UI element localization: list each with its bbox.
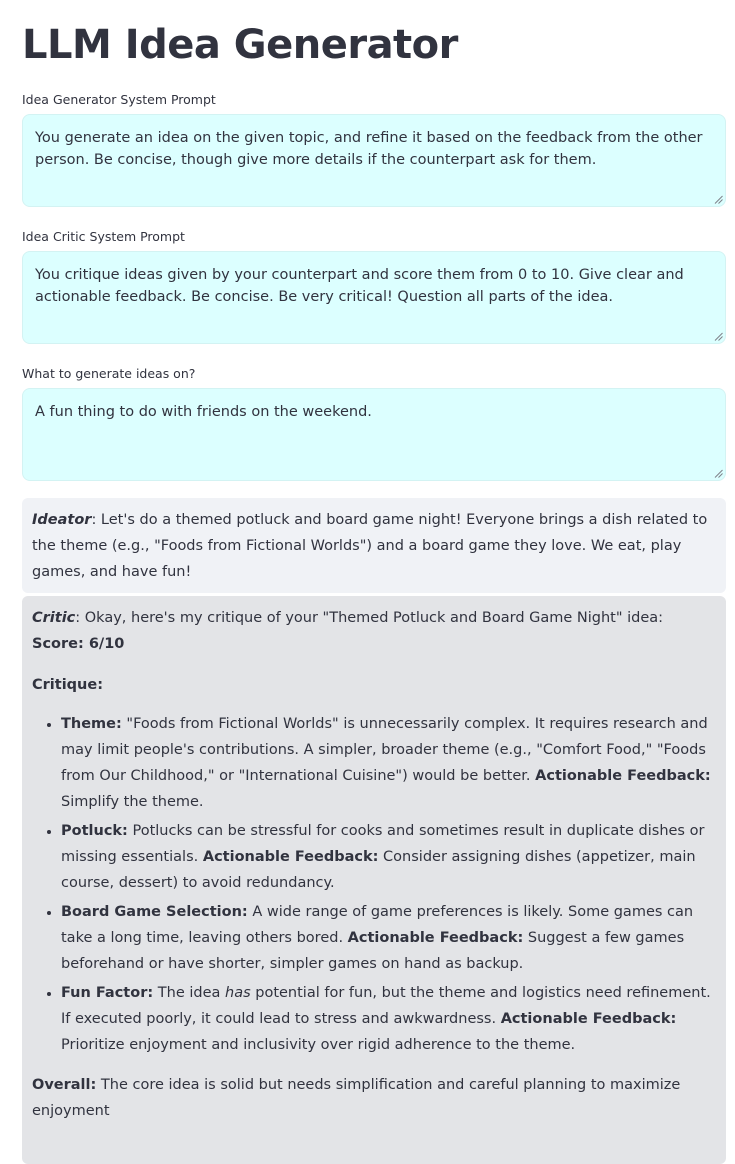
point-heading: Theme:	[61, 716, 122, 732]
point-action: Simplify the theme.	[61, 794, 204, 810]
point-action-label: Actionable Feedback:	[535, 768, 711, 784]
critic-message: Critic: Okay, here's my critique of your…	[22, 596, 726, 1164]
critique-heading: Critique:	[32, 677, 103, 693]
point-heading: Potluck:	[61, 823, 128, 839]
critic-speaker: Critic	[32, 610, 76, 626]
point-action-label: Actionable Feedback:	[500, 1011, 677, 1027]
list-item: Board Game Selection: A wide range of ga…	[61, 899, 716, 977]
ideator-message: Ideator: Let's do a themed potluck and b…	[22, 498, 726, 593]
list-item: Theme: "Foods from Fictional Worlds" is …	[61, 711, 716, 815]
point-action-label: Actionable Feedback:	[202, 849, 379, 865]
point-text: The idea	[153, 985, 225, 1001]
topic-textarea[interactable]: A fun thing to do with friends on the we…	[22, 388, 726, 481]
chat-transcript: Ideator: Let's do a themed potluck and b…	[22, 498, 726, 1164]
point-heading: Board Game Selection:	[61, 904, 248, 920]
resize-handle-icon[interactable]	[714, 469, 723, 478]
critique-list: Theme: "Foods from Fictional Worlds" is …	[32, 711, 716, 1058]
critic-prompt-label: Idea Critic System Prompt	[22, 229, 185, 244]
critic-prompt-value: You critique ideas given by your counter…	[35, 267, 684, 305]
page-title: LLM Idea Generator	[22, 22, 458, 68]
critic-prompt-textarea[interactable]: You critique ideas given by your counter…	[22, 251, 726, 344]
overall-label: Overall:	[32, 1077, 97, 1093]
point-action-label: Actionable Feedback:	[347, 930, 524, 946]
critic-intro: : Okay, here's my critique of your "Them…	[75, 610, 664, 626]
main-page: LLM Idea Generator Idea Generator System…	[22, 0, 726, 1164]
resize-handle-icon[interactable]	[714, 332, 723, 341]
ideator-speaker: Ideator	[32, 512, 92, 528]
critic-intro-line: Critic: Okay, here's my critique of your…	[32, 605, 716, 631]
topic-label: What to generate ideas on?	[22, 366, 196, 381]
generator-prompt-label: Idea Generator System Prompt	[22, 92, 216, 107]
topic-value: A fun thing to do with friends on the we…	[35, 404, 372, 420]
overall-text: The core idea is solid but needs simplif…	[32, 1077, 681, 1119]
point-action: Prioritize enjoyment and inclusivity ove…	[61, 1037, 576, 1053]
ideator-text: : Let's do a themed potluck and board ga…	[32, 512, 708, 580]
generator-prompt-textarea[interactable]: You generate an idea on the given topic,…	[22, 114, 726, 207]
critic-overall: Overall: The core idea is solid but need…	[32, 1072, 716, 1124]
list-item: Fun Factor: The idea has potential for f…	[61, 980, 716, 1058]
critic-score: Score: 6/10	[32, 636, 125, 652]
list-item: Potluck: Potlucks can be stressful for c…	[61, 818, 716, 896]
point-emphasis: has	[225, 985, 251, 1001]
resize-handle-icon[interactable]	[714, 195, 723, 204]
generator-prompt-value: You generate an idea on the given topic,…	[35, 130, 703, 168]
point-heading: Fun Factor:	[61, 985, 154, 1001]
